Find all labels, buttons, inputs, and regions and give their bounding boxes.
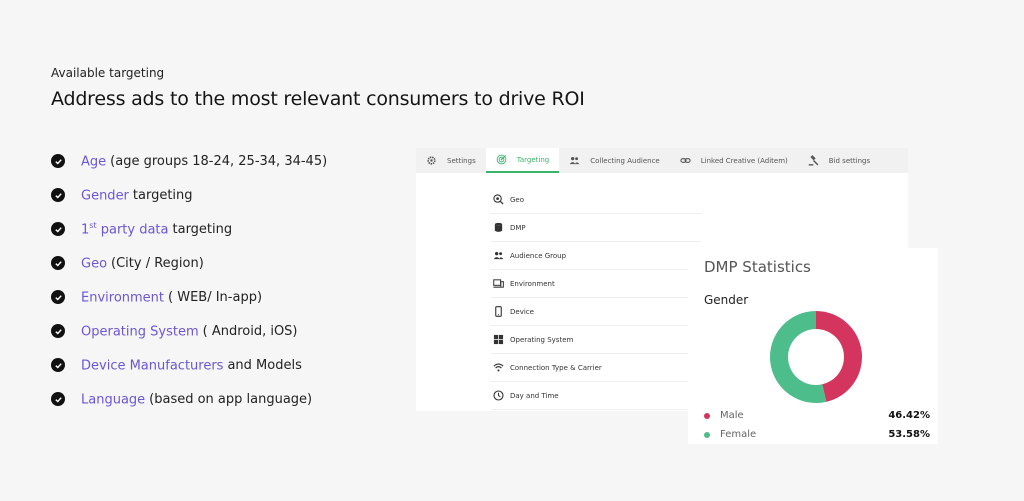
feature-description: (City / Region) [111,255,204,271]
feature-item: Environment ( WEB/ In-app) [51,280,327,314]
chart-legend: Male 46.42% Female 53.58% [704,406,930,444]
feature-item: Device Manufacturers and Models [51,348,327,382]
feature-description: targeting [172,221,233,237]
tab-bar: Settings Targeting Collecting Audience L… [416,148,908,173]
feature-list: Age (age groups 18-24, 25-34, 34-45) Gen… [51,144,327,416]
targeting-options-list: Geo DMP Audience Group Environment Devic… [491,186,701,410]
targeting-option-geo[interactable]: Geo [491,186,701,214]
targeting-option-audience-group[interactable]: Audience Group [491,242,701,270]
devices-icon [493,279,504,288]
tab-settings[interactable]: Settings [416,148,486,173]
feature-description: ( Android, iOS) [202,323,298,339]
check-circle-icon [51,188,65,202]
feature-link[interactable]: 1st party data [81,221,169,237]
feature-link[interactable]: Operating System [81,323,199,339]
targeting-option-operating-system[interactable]: Operating System [491,326,701,354]
gear-icon [427,156,436,165]
feature-description: targeting [132,187,193,203]
legend-value: 53.58% [888,429,930,440]
feature-item: Operating System ( Android, iOS) [51,314,327,348]
gavel-icon [808,155,819,166]
feature-item: Age (age groups 18-24, 25-34, 34-45) [51,144,327,178]
people-icon [493,252,504,260]
windows-icon [493,334,504,345]
feature-link[interactable]: Environment [81,289,164,305]
targeting-option-environment[interactable]: Environment [491,270,701,298]
feature-link[interactable]: Language [81,391,145,407]
check-circle-icon [51,256,65,270]
people-icon [569,157,580,165]
feature-item: 1st party data targeting [51,212,327,246]
feature-item: Geo (City / Region) [51,246,327,280]
feature-link[interactable]: Age [81,153,106,169]
gender-donut-chart [770,311,862,403]
targeting-option-connection-type[interactable]: Connection Type & Carrier [491,354,701,382]
check-circle-icon [51,358,65,372]
targeting-option-device[interactable]: Device [491,298,701,326]
target-icon [496,154,507,165]
check-circle-icon [51,392,65,406]
legend-item-male: Male 46.42% [704,406,930,425]
wifi-icon [493,363,504,372]
feature-description: ( WEB/ In-app) [168,289,263,305]
legend-swatch-female [704,431,710,438]
tab-bid-settings[interactable]: Bid settings [798,148,880,173]
feature-item: Language (based on app language) [51,382,327,416]
eyebrow-text: Available targeting [51,66,165,80]
feature-description: (age groups 18-24, 25-34, 34-45) [110,153,328,169]
check-circle-icon [51,290,65,304]
dmp-title: DMP Statistics [704,258,811,276]
legend-label: Male [720,410,744,421]
link-icon [680,158,691,163]
legend-value: 46.42% [888,410,930,421]
tab-collecting-audience[interactable]: Collecting Audience [559,148,670,173]
check-circle-icon [51,324,65,338]
targeting-option-day-and-time[interactable]: Day and Time [491,382,701,410]
feature-link[interactable]: Geo [81,255,107,271]
legend-item-female: Female 53.58% [704,425,930,444]
targeting-option-dmp[interactable]: DMP [491,214,701,242]
clock-icon [493,390,504,401]
feature-description: and Models [227,357,302,373]
feature-link[interactable]: Device Manufacturers [81,357,223,373]
tab-linked-creative[interactable]: Linked Creative (Aditem) [670,148,798,173]
dmp-subtitle: Gender [704,293,749,307]
feature-description: (based on app language) [149,391,313,407]
check-circle-icon [51,154,65,168]
dmp-statistics-card: DMP Statistics Gender Male 46.42% Female… [688,248,938,444]
phone-icon [495,306,502,317]
feature-item: Gender targeting [51,178,327,212]
legend-label: Female [720,429,757,440]
tab-targeting[interactable]: Targeting [485,148,560,173]
page-headline: Address ads to the most relevant consume… [51,88,585,110]
database-icon [494,222,503,232]
legend-swatch-male [704,412,710,419]
geo-search-icon [493,194,504,205]
feature-link[interactable]: Gender [81,187,129,203]
check-circle-icon [51,222,65,236]
